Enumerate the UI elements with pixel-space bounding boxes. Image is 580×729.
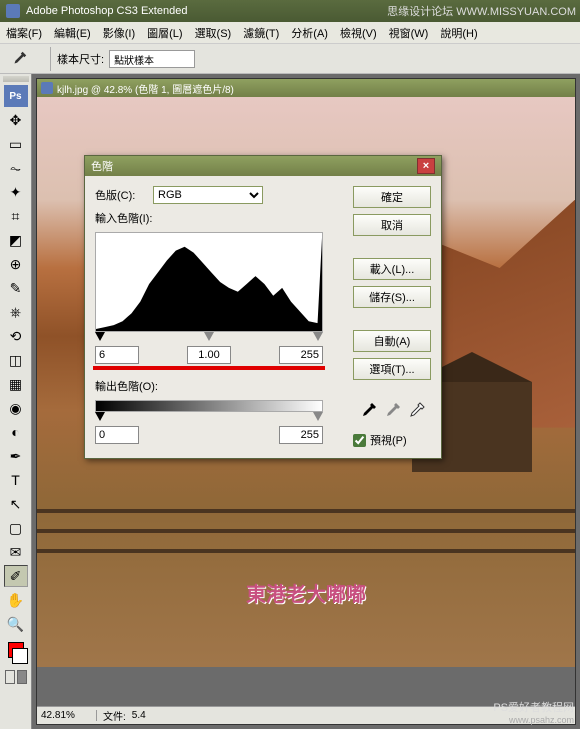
quickmask-toggle[interactable] [4,670,28,688]
preview-label: 預視(P) [370,432,407,448]
output-sliders [95,412,323,422]
sample-size-dropdown[interactable]: 點狀樣本 [109,50,195,68]
output-gradient [95,400,323,412]
menu-window[interactable]: 視窗(W) [389,25,429,41]
app-title: Adobe Photoshop CS3 Extended [26,5,187,17]
auto-button[interactable]: 自動(A) [353,330,431,352]
type-tool[interactable]: T [4,469,28,491]
menu-analysis[interactable]: 分析(A) [291,25,328,41]
white-eyedropper-icon[interactable] [407,402,425,420]
dialog-title: 色階 [91,158,113,174]
menu-filter[interactable]: 濾鏡(T) [243,25,279,41]
channel-label: 色版(C): [95,187,153,203]
input-gamma-slider[interactable] [204,332,214,341]
options-button[interactable]: 選項(T)... [353,358,431,380]
input-gamma-field[interactable] [187,346,231,364]
dodge-tool[interactable]: ◐ [4,421,28,443]
lasso-tool[interactable]: ⏦ [4,157,28,179]
document-title: kjlh.jpg @ 42.8% (色階 1, 圖層遮色片/8) [57,81,234,96]
pen-tool[interactable]: ✒ [4,445,28,467]
watermark-line2: www.psahz.com [493,715,574,725]
levels-dialog: 色階 × 色版(C): RGB 輸入色階(I): [84,155,442,459]
menu-layer[interactable]: 圖層(L) [147,25,182,41]
menu-edit[interactable]: 編輯(E) [54,25,91,41]
tool-options-bar: 樣本尺寸: 點狀樣本 [0,44,580,74]
input-levels-label: 輸入色階(I): [95,210,152,226]
load-button[interactable]: 載入(L)... [353,258,431,280]
output-white-slider[interactable] [313,412,323,421]
eraser-tool[interactable]: ◫ [4,349,28,371]
path-tool[interactable]: ↖ [4,493,28,515]
menu-view[interactable]: 檢視(V) [340,25,377,41]
dialog-titlebar[interactable]: 色階 × [85,156,441,176]
titlebar-watermark: 思缘设计论坛 WWW.MISSYUAN.COM [387,3,576,19]
photoshop-logo-icon [6,4,20,18]
output-black-slider[interactable] [95,412,105,421]
output-levels-label: 輸出色階(O): [95,378,158,394]
photo-watermark-text: 東港老大嘟嘟 [246,578,366,607]
input-black-slider[interactable] [95,332,105,341]
zoom-tool[interactable]: 🔍 [4,613,28,635]
output-white-field[interactable] [279,426,323,444]
input-black-field[interactable] [95,346,139,364]
document-icon [41,82,53,94]
marquee-tool[interactable]: ▭ [4,133,28,155]
toolbox: Ps ✥ ▭ ⏦ ✦ ⌗ ◩ ⊕ ✎ ⎈ ⟲ ◫ ▦ ◉ ◐ ✒ T ↖ ▢ ✉… [0,74,32,729]
preview-checkbox[interactable] [353,434,366,447]
annotation-redline [93,366,325,370]
slice-tool[interactable]: ◩ [4,229,28,251]
black-eyedropper-icon[interactable] [359,402,377,420]
histogram [95,232,323,332]
hand-tool[interactable]: ✋ [4,589,28,611]
gradient-tool[interactable]: ▦ [4,373,28,395]
ps-logo-icon[interactable]: Ps [4,85,28,107]
move-tool[interactable]: ✥ [4,109,28,131]
watermark-line1: PS爱好者教程网 [493,699,574,715]
eyedropper-tool-icon [8,50,30,68]
brush-tool[interactable]: ✎ [4,277,28,299]
gray-eyedropper-icon[interactable] [383,402,401,420]
close-button[interactable]: × [417,158,435,174]
menu-help[interactable]: 說明(H) [440,25,477,41]
background-color-swatch[interactable] [12,648,28,664]
menu-select[interactable]: 選取(S) [195,25,232,41]
menu-image[interactable]: 影像(I) [103,25,135,41]
heal-tool[interactable]: ⊕ [4,253,28,275]
main-menubar: 檔案(F) 編輯(E) 影像(I) 圖層(L) 選取(S) 濾鏡(T) 分析(A… [0,22,580,44]
blur-tool[interactable]: ◉ [4,397,28,419]
page-watermark: PS爱好者教程网 www.psahz.com [493,699,574,725]
crop-tool[interactable]: ⌗ [4,205,28,227]
notes-tool[interactable]: ✉ [4,541,28,563]
sample-size-label: 樣本尺寸: [57,51,104,67]
app-titlebar: Adobe Photoshop CS3 Extended 思缘设计论坛 WWW.… [0,0,580,22]
output-black-field[interactable] [95,426,139,444]
menu-file[interactable]: 檔案(F) [6,25,42,41]
separator [50,47,51,71]
preview-checkbox-row[interactable]: 預視(P) [353,432,431,448]
history-brush-tool[interactable]: ⟲ [4,325,28,347]
input-white-field[interactable] [279,346,323,364]
zoom-level[interactable]: 42.81% [37,710,97,721]
stamp-tool[interactable]: ⎈ [4,301,28,323]
document-titlebar[interactable]: kjlh.jpg @ 42.8% (色階 1, 圖層遮色片/8) [37,79,575,97]
wand-tool[interactable]: ✦ [4,181,28,203]
photo-fence [37,549,575,553]
shape-tool[interactable]: ▢ [4,517,28,539]
cancel-button[interactable]: 取消 [353,214,431,236]
save-button[interactable]: 儲存(S)... [353,286,431,308]
eyedropper-tool[interactable]: ✐ [4,565,28,587]
channel-select[interactable]: RGB [153,186,263,204]
toolbox-grip[interactable] [3,76,29,82]
input-sliders [95,332,323,342]
input-white-slider[interactable] [313,332,323,341]
doc-info-value: 5.4 [132,710,146,721]
doc-info-label: 文件: [97,708,132,723]
ok-button[interactable]: 確定 [353,186,431,208]
